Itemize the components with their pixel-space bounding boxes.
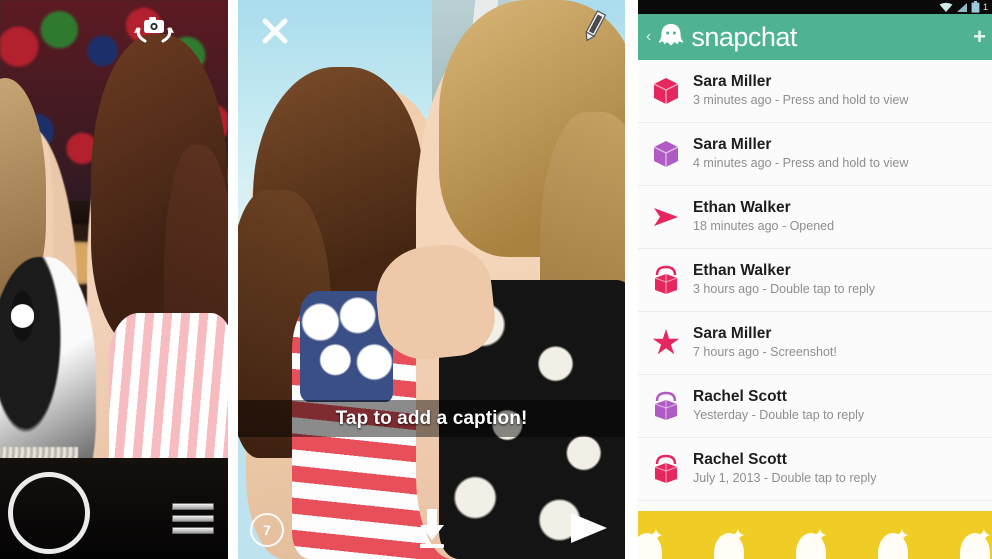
close-icon[interactable] <box>260 16 290 46</box>
conversation-text: Ethan Walker 3 hours ago - Double tap to … <box>693 263 875 296</box>
app-title: snapchat <box>691 21 797 52</box>
conversation-status: 3 minutes ago - Press and hold to view <box>693 93 909 108</box>
contact-name: Ethan Walker <box>693 262 791 280</box>
battery-icon <box>971 1 980 13</box>
snap-opened-box-icon <box>651 454 681 484</box>
conversation-status: Yesterday - Double tap to reply <box>693 408 865 423</box>
conversation-status: 18 minutes ago - Opened <box>693 219 835 234</box>
status-clock: 1 <box>982 1 988 12</box>
contact-name: Sara Miller <box>693 73 772 91</box>
snapchat-app-panel[interactable]: 1 ‹ snapchat + Sara Miller 3 minutes ago … <box>638 0 992 559</box>
conversation-row[interactable]: Ethan Walker 18 minutes ago - Opened <box>638 186 992 249</box>
conversation-list[interactable]: Sara Miller 3 minutes ago - Press and hol… <box>638 60 992 501</box>
camera-flip-icon[interactable] <box>132 14 176 44</box>
download-icon[interactable] <box>412 507 452 549</box>
ghost-logo-icon <box>659 24 684 46</box>
snap-unopened-cube-icon <box>651 76 681 106</box>
snap-timer-value: 7 <box>263 522 271 538</box>
conversation-text: Sara Miller 3 minutes ago - Press and hol… <box>693 74 908 107</box>
contact-name: Rachel Scott <box>693 451 787 469</box>
conversation-text: Rachel Scott Yesterday - Double tap to re… <box>693 389 864 422</box>
ghost-sparkle-bar: ✦✦✦✦✦ <box>638 511 992 559</box>
camera-viewfinder-panel[interactable] <box>0 0 228 559</box>
edit-pencil-icon[interactable] <box>579 8 609 44</box>
contact-name: Sara Miller <box>693 325 772 343</box>
signal-icon <box>956 2 967 12</box>
conversation-row[interactable]: Sara Miller 7 hours ago - Screenshot! <box>638 312 992 375</box>
snap-preview-photo <box>238 0 625 559</box>
snap-opened-box-icon <box>651 265 681 295</box>
conversation-text: Sara Miller 7 hours ago - Screenshot! <box>693 326 837 359</box>
conversation-status: 4 minutes ago - Press and hold to view <box>693 156 909 171</box>
conversation-status: July 1, 2013 - Double tap to reply <box>693 471 877 486</box>
conversation-text: Rachel Scott July 1, 2013 - Double tap to… <box>693 452 876 485</box>
contact-name: Rachel Scott <box>693 388 787 406</box>
caption-bar[interactable]: Tap to add a caption! <box>238 400 625 437</box>
conversation-row[interactable]: Sara Miller 4 minutes ago - Press and hol… <box>638 123 992 186</box>
conversation-text: Sara Miller 4 minutes ago - Press and hol… <box>693 137 908 170</box>
caption-placeholder-text: Tap to add a caption! <box>335 407 528 429</box>
contact-name: Sara Miller <box>693 136 772 154</box>
add-friend-button[interactable]: + <box>973 26 986 48</box>
snap-preview-panel[interactable]: Tap to add a caption! 7 <box>238 0 625 559</box>
chat-unopened-cube-icon <box>651 139 681 169</box>
conversation-status: 7 hours ago - Screenshot! <box>693 345 837 360</box>
panel-divider-1 <box>228 0 238 559</box>
shutter-button[interactable] <box>8 472 90 554</box>
panel-divider-2 <box>625 0 638 559</box>
send-icon[interactable] <box>565 511 611 545</box>
conversation-row[interactable]: Rachel Scott Yesterday - Double tap to re… <box>638 375 992 438</box>
app-bar: ‹ snapchat + <box>638 14 992 60</box>
stories-list-icon[interactable] <box>172 503 214 537</box>
conversation-text: Ethan Walker 18 minutes ago - Opened <box>693 200 834 233</box>
contact-name: Ethan Walker <box>693 199 791 217</box>
android-status-bar: 1 <box>638 0 992 14</box>
screenshot-star-icon <box>651 328 681 358</box>
chat-opened-box-icon <box>651 391 681 421</box>
screenshot-stage: Tap to add a caption! 7 1 ‹ snapchat + S… <box>0 0 992 559</box>
snap-timer-button[interactable]: 7 <box>250 513 284 547</box>
back-chevron-icon[interactable]: ‹ <box>646 29 651 45</box>
wifi-icon <box>939 2 953 12</box>
conversation-row[interactable]: Sara Miller 3 minutes ago - Press and hol… <box>638 60 992 123</box>
conversation-row[interactable]: Ethan Walker 3 hours ago - Double tap to … <box>638 249 992 312</box>
sent-arrow-icon <box>651 202 681 232</box>
conversation-row[interactable]: Rachel Scott July 1, 2013 - Double tap to… <box>638 438 992 501</box>
conversation-status: 3 hours ago - Double tap to reply <box>693 282 876 297</box>
